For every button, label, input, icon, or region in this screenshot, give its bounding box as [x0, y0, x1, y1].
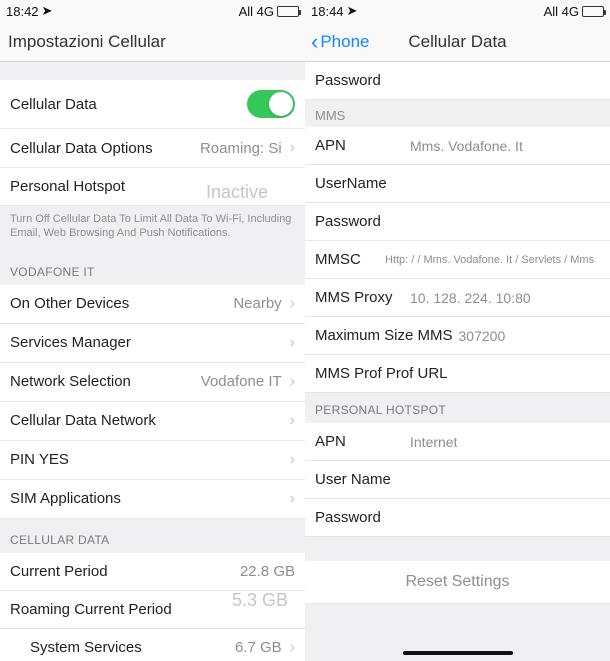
mmsc-value: Http: / / Mms. Vodafone. It / Servlets /…: [385, 254, 594, 266]
row-services-manager[interactable]: Services Manager ›: [0, 324, 305, 363]
row-max-size[interactable]: Maximum Size MMS 307200: [305, 317, 610, 355]
other-devices-label: On Other Devices: [10, 295, 129, 312]
section-header-carrier: VODAFONE IT: [0, 251, 305, 285]
row-system-services[interactable]: System Services 6.7 GB ›: [0, 629, 305, 661]
hotspot-username-label: User Name: [315, 471, 410, 488]
mmsc-label: MMSC: [315, 251, 385, 268]
status-bar-right: 18:44 ➤ All 4G: [305, 0, 610, 22]
battery-icon: [277, 6, 299, 17]
row-cellular-data-network[interactable]: Cellular Data Network ›: [0, 402, 305, 441]
battery-icon: [582, 6, 604, 17]
row-prof-url[interactable]: MMS Prof Prof URL: [305, 355, 610, 393]
left-screen: 18:42 ➤ All 4G Impostazioni Cellular Cel…: [0, 0, 305, 661]
row-hotspot-apn[interactable]: APN Internet: [305, 423, 610, 461]
section-header-personal-hotspot: PERSONAL HOTSPOT: [305, 393, 610, 423]
status-bar-left: 18:42 ➤ All 4G: [0, 0, 305, 22]
nav-bar-right: ‹ Phone Cellular Data: [305, 22, 610, 62]
system-services-label: System Services: [30, 639, 142, 656]
time: 18:44: [311, 4, 344, 19]
chevron-right-icon: ›: [290, 373, 295, 391]
row-network-selection[interactable]: Network Selection Vodafone IT ›: [0, 363, 305, 402]
row-other-devices[interactable]: On Other Devices Nearby ›: [0, 285, 305, 324]
location-icon: ➤: [347, 3, 358, 19]
hotspot-apn-label: APN: [315, 433, 410, 450]
row-mms-username[interactable]: UserName: [305, 165, 610, 203]
personal-hotspot-label: Personal Hotspot: [10, 178, 125, 195]
sim-applications-label: SIM Applications: [10, 490, 121, 507]
chevron-right-icon: ›: [290, 412, 295, 430]
roaming-current-period-label: Roaming Current Period: [10, 601, 172, 618]
row-top-password[interactable]: Password: [305, 62, 610, 100]
page-title: Impostazioni Cellular: [6, 32, 166, 52]
cellular-data-label: Cellular Data: [10, 96, 97, 113]
mms-proxy-value: 10. 128. 224. 10:80: [410, 290, 531, 306]
chevron-right-icon: ›: [290, 334, 295, 352]
services-manager-label: Services Manager: [10, 334, 131, 351]
row-mms-apn[interactable]: APN Mms. Vodafone. It: [305, 127, 610, 165]
chevron-right-icon: ›: [290, 490, 295, 508]
hotspot-apn-value: Internet: [410, 434, 457, 450]
row-cellular-data[interactable]: Cellular Data: [0, 80, 305, 129]
cellular-data-options-value: Roaming: Si: [200, 140, 282, 157]
mms-apn-label: APN: [315, 137, 410, 154]
mms-username-label: UserName: [315, 175, 410, 192]
current-period-label: Current Period: [10, 563, 108, 580]
chevron-right-icon: ›: [290, 139, 295, 157]
mms-password-label: Password: [315, 213, 410, 230]
chevron-left-icon: ‹: [311, 29, 318, 55]
password-label: Password: [315, 72, 410, 89]
mms-apn-value: Mms. Vodafone. It: [410, 138, 523, 154]
section-header-cellular-data: CELLULAR DATA: [0, 519, 305, 553]
current-period-value: 22.8 GB: [240, 563, 295, 580]
location-icon: ➤: [42, 3, 53, 19]
max-size-label: Maximum Size MMS: [315, 327, 453, 344]
row-hotspot-username[interactable]: User Name: [305, 461, 610, 499]
row-cellular-data-options[interactable]: Cellular Data Options Roaming: Si ›: [0, 129, 305, 168]
row-roaming-current-period[interactable]: Roaming Current Period: [0, 591, 305, 629]
pin-yes-label: PIN YES: [10, 451, 69, 468]
cellular-data-toggle[interactable]: [247, 90, 295, 118]
home-indicator[interactable]: [403, 651, 513, 655]
content-left: Cellular Data Cellular Data Options Roam…: [0, 62, 305, 661]
row-pin-yes[interactable]: PIN YES ›: [0, 441, 305, 480]
row-mmsc[interactable]: MMSC Http: / / Mms. Vodafone. It / Servl…: [305, 241, 610, 279]
cellular-data-options-label: Cellular Data Options: [10, 140, 153, 157]
system-services-value: 6.7 GB: [235, 639, 282, 656]
network-label: All 4G: [239, 4, 274, 19]
chevron-right-icon: ›: [290, 295, 295, 313]
back-button[interactable]: ‹ Phone: [311, 29, 370, 55]
network-selection-label: Network Selection: [10, 373, 131, 390]
right-screen: 18:44 ➤ All 4G ‹ Phone Cellular Data Pas…: [305, 0, 610, 661]
reset-settings-button[interactable]: Reset Settings: [305, 561, 610, 604]
footer-note: Turn Off Cellular Data To Limit All Data…: [0, 206, 305, 251]
row-mms-proxy[interactable]: MMS Proxy 10. 128. 224. 10:80: [305, 279, 610, 317]
network-label: All 4G: [544, 4, 579, 19]
nav-bar-left: Impostazioni Cellular: [0, 22, 305, 62]
network-selection-value: Vodafone IT: [201, 373, 282, 390]
other-devices-value: Nearby: [233, 295, 281, 312]
section-header-mms: MMS: [305, 100, 610, 127]
back-label: Phone: [320, 32, 369, 52]
chevron-right-icon: ›: [290, 451, 295, 469]
max-size-value: 307200: [459, 328, 506, 344]
chevron-right-icon: ›: [290, 639, 295, 657]
row-sim-applications[interactable]: SIM Applications ›: [0, 480, 305, 519]
hotspot-password-label: Password: [315, 509, 410, 526]
row-hotspot-password[interactable]: Password: [305, 499, 610, 537]
prof-url-label: MMS Prof Prof URL: [315, 365, 448, 382]
row-current-period[interactable]: Current Period 22.8 GB: [0, 553, 305, 591]
row-personal-hotspot[interactable]: Personal Hotspot: [0, 168, 305, 206]
row-mms-password[interactable]: Password: [305, 203, 610, 241]
cellular-data-network-label: Cellular Data Network: [10, 412, 156, 429]
content-right: Password MMS APN Mms. Vodafone. It UserN…: [305, 62, 610, 604]
mms-proxy-label: MMS Proxy: [315, 289, 410, 306]
time: 18:42: [6, 4, 39, 19]
